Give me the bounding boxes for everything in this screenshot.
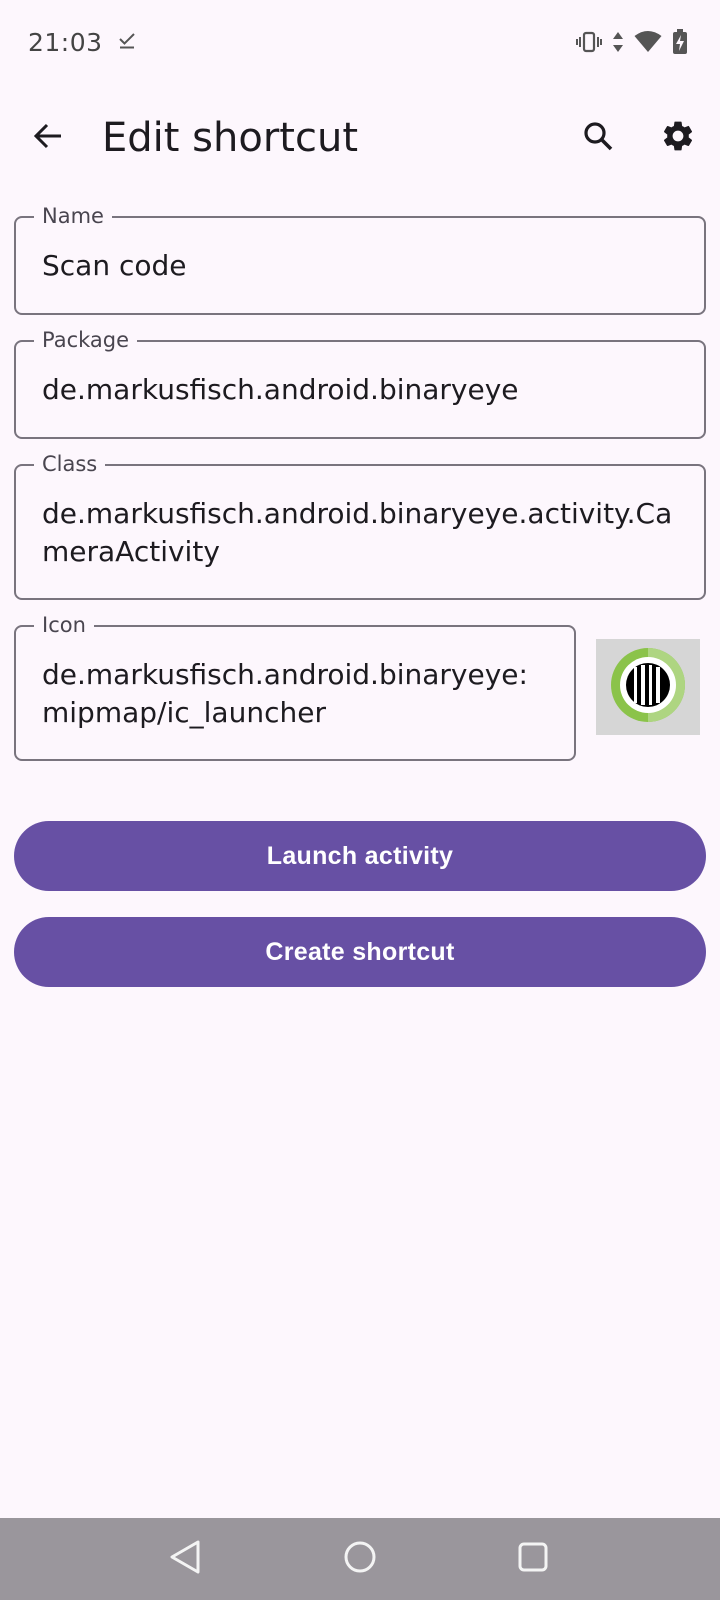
name-field-label: Name — [34, 202, 112, 230]
class-field-label: Class — [34, 450, 106, 478]
name-field-value[interactable]: Scan code — [42, 247, 684, 285]
page-title: Edit shortcut — [102, 115, 358, 161]
search-button[interactable] — [572, 112, 624, 164]
nav-back-icon — [168, 1539, 202, 1579]
navigation-bar — [0, 1518, 720, 1600]
icon-preview[interactable] — [596, 639, 700, 735]
class-field[interactable]: Class de.markusfisch.android.binaryeye.a… — [14, 450, 706, 600]
status-left: 21:03 — [28, 28, 137, 57]
nav-home-button[interactable] — [335, 1534, 385, 1584]
search-icon — [582, 120, 614, 156]
class-field-value[interactable]: de.markusfisch.android.binaryeye.activit… — [42, 495, 684, 571]
arrow-back-icon — [32, 120, 64, 156]
vibrate-icon — [576, 30, 602, 54]
barcode-launcher-icon — [608, 645, 688, 729]
nav-back-button[interactable] — [160, 1534, 210, 1584]
settings-button[interactable] — [652, 112, 704, 164]
icon-field-label: Icon — [34, 611, 94, 639]
download-done-icon — [117, 30, 137, 54]
package-field-value[interactable]: de.markusfisch.android.binaryeye — [42, 371, 684, 409]
create-shortcut-button[interactable]: Create shortcut — [14, 917, 706, 987]
data-arrows-icon — [612, 30, 624, 54]
status-time: 21:03 — [28, 27, 103, 57]
battery-charging-icon — [672, 29, 688, 55]
nav-recents-icon — [517, 1541, 549, 1577]
name-field[interactable]: Name Scan code — [14, 202, 706, 315]
back-button[interactable] — [22, 112, 74, 164]
nav-recents-button[interactable] — [508, 1534, 558, 1584]
icon-field-value[interactable]: de.markusfisch.android.binaryeye:mipmap/… — [42, 656, 554, 732]
wifi-icon — [634, 30, 662, 54]
package-field-label: Package — [34, 326, 138, 354]
gear-icon — [660, 118, 696, 158]
launch-activity-button[interactable]: Launch activity — [14, 821, 706, 891]
icon-field[interactable]: Icon de.markusfisch.android.binaryeye:mi… — [14, 611, 576, 761]
status-bar: 21:03 — [0, 0, 720, 84]
status-right — [576, 29, 688, 55]
app-bar: Edit shortcut — [0, 96, 720, 180]
nav-home-icon — [343, 1540, 377, 1578]
package-field[interactable]: Package de.markusfisch.android.binaryeye — [14, 326, 706, 439]
